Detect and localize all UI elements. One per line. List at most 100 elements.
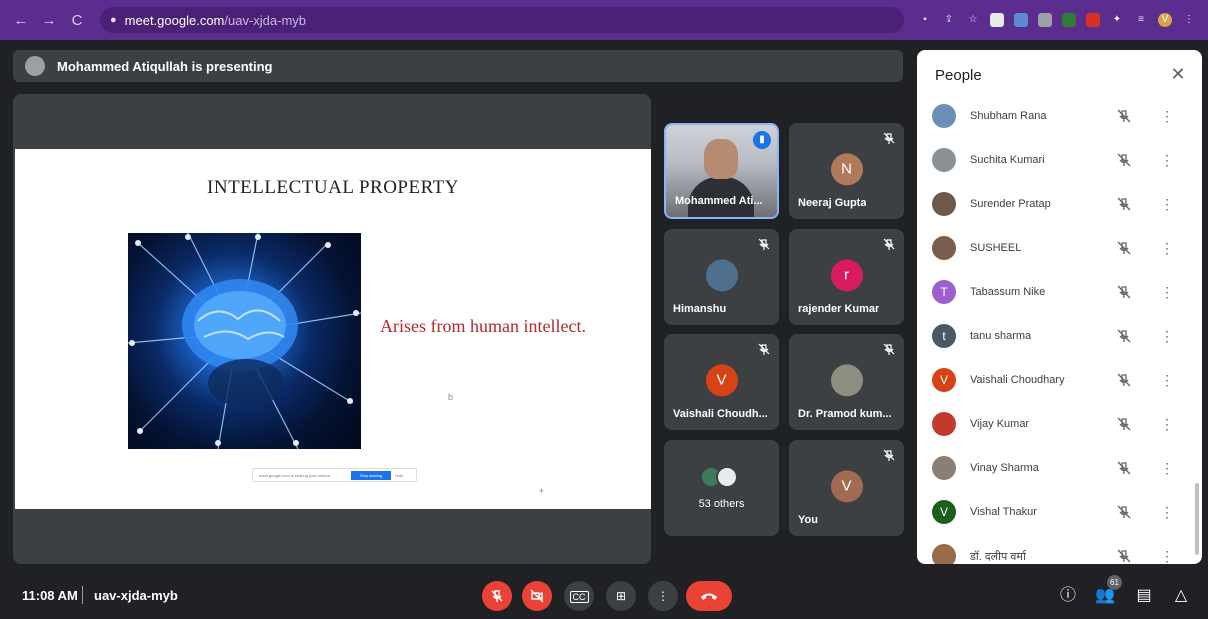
mic-off-icon[interactable] — [1116, 196, 1132, 212]
participant-name: Dr. Pramod kum... — [798, 408, 892, 420]
more-options-button[interactable]: ⋮ — [648, 581, 678, 611]
participant-avatar-photo — [830, 364, 863, 397]
hang-up-icon — [701, 593, 717, 600]
mic-off-icon[interactable] — [1116, 416, 1132, 432]
self-tile[interactable]: V You — [789, 440, 904, 536]
people-list-item[interactable]: Vinay Sharma ⋮ — [917, 446, 1202, 490]
mic-off-icon[interactable] — [1116, 328, 1132, 344]
more-vert-icon[interactable]: ⋮ — [1160, 240, 1174, 257]
participant-tile-presenter[interactable]: ▮ Mohammed Ati... — [664, 123, 779, 219]
forward-icon[interactable]: → — [40, 12, 58, 29]
mic-off-icon — [883, 343, 895, 355]
presenter-avatar — [25, 56, 45, 76]
people-list-item[interactable]: t tanu sharma ⋮ — [917, 314, 1202, 358]
people-list-item[interactable]: Vijay Kumar ⋮ — [917, 402, 1202, 446]
close-icon[interactable]: ✕ — [1168, 64, 1188, 84]
more-vert-icon[interactable]: ⋮ — [1160, 196, 1174, 213]
participant-avatar: N — [830, 153, 863, 186]
mic-off-icon[interactable] — [1116, 108, 1132, 124]
present-button[interactable]: ⊞ — [606, 581, 636, 611]
activities-icon[interactable]: △ — [1170, 585, 1192, 607]
people-list-item[interactable]: V Vaishali Choudhary ⋮ — [917, 358, 1202, 402]
puzzle-icon[interactable]: ✦ — [1110, 13, 1124, 27]
captions-button[interactable]: CC — [564, 581, 594, 611]
chat-icon[interactable]: ▤ — [1133, 585, 1155, 607]
profile-avatar[interactable]: V — [1158, 13, 1172, 27]
person-avatar — [932, 412, 956, 436]
person-avatar: T — [932, 280, 956, 304]
more-vert-icon[interactable]: ⋮ — [1160, 504, 1174, 521]
participant-name: rajender Kumar — [798, 303, 880, 315]
mic-toggle-button[interactable] — [482, 581, 512, 611]
person-avatar: V — [932, 500, 956, 524]
more-vert-icon[interactable]: ⋮ — [1160, 548, 1174, 565]
presenting-text: Mohammed Atiqullah is presenting — [57, 58, 273, 74]
camera-off-icon — [530, 589, 544, 603]
brain-image — [128, 233, 361, 449]
people-list-item[interactable]: Surender Pratap ⋮ — [917, 182, 1202, 226]
participant-tile[interactable]: r rajender Kumar — [789, 229, 904, 325]
more-vert-icon[interactable]: ⋮ — [1160, 328, 1174, 345]
extension-icon[interactable] — [1038, 13, 1052, 27]
mic-off-icon[interactable] — [1116, 504, 1132, 520]
mic-off-icon[interactable] — [1116, 240, 1132, 256]
person-avatar — [932, 192, 956, 216]
menu-kebab-icon[interactable]: ⋮ — [1182, 13, 1196, 27]
mic-off-icon[interactable] — [1116, 372, 1132, 388]
participant-tile[interactable]: Dr. Pramod kum... — [789, 334, 904, 430]
people-list-item[interactable]: T Tabassum Nike ⋮ — [917, 270, 1202, 314]
camera-toggle-button[interactable] — [522, 581, 552, 611]
extension-icon[interactable] — [1062, 13, 1076, 27]
slide-title: INTELLECTUAL PROPERTY — [207, 177, 459, 198]
browser-toolbar: ← → C ● meet.google.com /uav-xjda-myb ▪ … — [0, 0, 1208, 40]
share-icon[interactable]: ⇪ — [942, 13, 956, 27]
person-avatar — [932, 236, 956, 260]
cursor-mark: + — [539, 486, 545, 496]
more-vert-icon[interactable]: ⋮ — [1160, 108, 1174, 125]
extension-icon[interactable] — [1014, 13, 1028, 27]
back-icon[interactable]: ← — [12, 12, 30, 29]
mic-off-icon[interactable] — [1116, 548, 1132, 564]
participant-avatar-photo — [705, 259, 738, 292]
browser-nav: ← → C — [12, 12, 86, 29]
more-vert-icon[interactable]: ⋮ — [1160, 152, 1174, 169]
participant-name: Vaishali Choudh... — [673, 408, 768, 420]
leave-call-button[interactable] — [686, 581, 732, 611]
mic-off-icon[interactable] — [1116, 152, 1132, 168]
participant-tile[interactable]: Himanshu — [664, 229, 779, 325]
participant-name: Himanshu — [673, 303, 727, 315]
reload-icon[interactable]: C — [68, 12, 86, 29]
person-avatar — [932, 148, 956, 172]
participant-tile[interactable]: N Neeraj Gupta — [789, 123, 904, 219]
panel-scrollbar[interactable] — [1195, 483, 1199, 555]
panel-title: People — [935, 67, 982, 84]
participant-avatar: V — [705, 364, 738, 397]
more-vert-icon[interactable]: ⋮ — [1160, 416, 1174, 433]
person-name: tanu sharma — [970, 330, 1032, 342]
more-vert-icon[interactable]: ⋮ — [1160, 372, 1174, 389]
mic-off-icon[interactable] — [1116, 460, 1132, 476]
mic-off-icon[interactable] — [1116, 284, 1132, 300]
stop-sharing-button[interactable]: Stop sharing — [351, 470, 392, 480]
people-list-item[interactable]: V Vishal Thakur ⋮ — [917, 490, 1202, 534]
people-list-item[interactable]: SUSHEEL ⋮ — [917, 226, 1202, 270]
brain-network-illustration — [128, 233, 361, 449]
bookmark-star-icon[interactable]: ☆ — [966, 13, 980, 27]
more-vert-icon[interactable]: ⋮ — [1160, 460, 1174, 477]
address-bar[interactable]: ● meet.google.com /uav-xjda-myb — [100, 7, 904, 33]
extension-icon[interactable] — [1086, 13, 1100, 27]
meeting-code: uav-xjda-myb — [94, 588, 178, 603]
participant-tile[interactable]: V Vaishali Choudh... — [664, 334, 779, 430]
meeting-info-icon[interactable]: ⓘ — [1057, 585, 1079, 607]
person-name: Vishal Thakur — [970, 506, 1037, 518]
hide-share-bar-button[interactable]: Hide — [395, 473, 403, 478]
more-vert-icon[interactable]: ⋮ — [1160, 284, 1174, 301]
cast-icon[interactable]: ▪ — [918, 13, 932, 27]
people-list-item[interactable]: Shubham Rana ⋮ — [917, 94, 1202, 138]
extension-icon[interactable] — [990, 13, 1004, 27]
reading-list-icon[interactable]: ≡ — [1134, 13, 1148, 27]
people-list-item[interactable]: Suchita Kumari ⋮ — [917, 138, 1202, 182]
mic-off-icon — [883, 238, 895, 250]
others-tile[interactable]: 53 others — [664, 440, 779, 536]
people-list-item[interactable]: डॉ. दलीप वर्मा ⋮ — [917, 534, 1202, 564]
